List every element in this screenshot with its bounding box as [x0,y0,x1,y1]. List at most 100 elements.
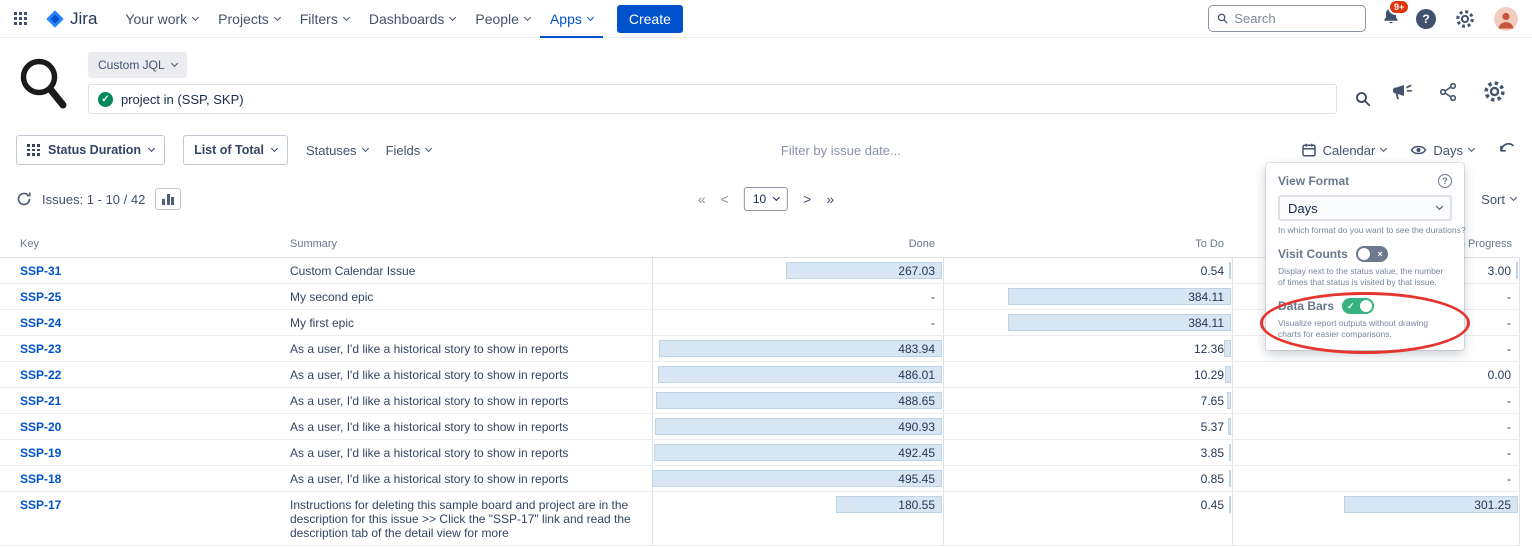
nav-item-projects[interactable]: Projects [208,0,290,38]
duration-cell-todo: 0.45 [943,492,1232,545]
announcement-icon[interactable] [1391,82,1413,102]
first-page-button[interactable]: « [698,191,706,207]
issue-key-link[interactable]: SSP-17 [0,492,290,545]
issue-key-link[interactable]: SSP-24 [0,310,290,335]
toggle-knob [1358,248,1370,260]
chevron-down-icon [171,60,178,67]
duration-value: 3.00 [1488,264,1511,278]
next-page-button[interactable]: > [803,191,811,207]
issue-summary: Instructions for deleting this sample bo… [290,492,652,545]
duration-value: 0.54 [1201,264,1224,278]
duration-value: - [1507,446,1511,460]
nav-right-cluster: 9+ [1208,5,1518,33]
list-type-label: List of Total [194,143,264,157]
nav-label: Apps [550,11,582,27]
data-bar [1516,262,1518,279]
issue-key-link[interactable]: SSP-23 [0,336,290,361]
panel-help-icon[interactable] [1438,174,1452,188]
duration-value: 301.25 [1474,498,1511,512]
duration-value: 0.45 [1201,498,1224,512]
data-bar [1229,470,1231,487]
duration-cell-inprogress: 0.00 [1232,362,1520,387]
run-search-button[interactable] [1351,87,1375,111]
nav-item-people[interactable]: People [465,0,540,38]
jira-logo[interactable]: Jira [45,9,97,29]
jira-mark-icon [45,9,65,29]
export-icon[interactable] [1498,142,1516,158]
fields-dropdown[interactable]: Fields [386,143,432,158]
avatar[interactable] [1494,7,1518,31]
page-size-select[interactable]: 10 [744,187,788,211]
duration-value: 0.00 [1488,368,1511,382]
issue-key-link[interactable]: SSP-20 [0,414,290,439]
nav-item-dashboards[interactable]: Dashboards [359,0,466,38]
panel-title: View Format [1278,174,1349,188]
refresh-icon[interactable] [16,191,32,207]
statuses-dropdown[interactable]: Statuses [306,143,368,158]
create-button[interactable]: Create [617,5,683,33]
data-bars-help: Visualize report outputs without drawing… [1278,318,1452,340]
search-input[interactable] [1234,11,1357,26]
duration-value: 384.11 [1188,316,1224,330]
toolbar-right: Calendar Days [1301,142,1516,158]
issue-date-filter-input[interactable] [781,143,951,158]
settings-button[interactable] [1451,5,1479,33]
issue-key-link[interactable]: SSP-18 [0,466,290,491]
data-bar [1229,262,1231,279]
duration-value: - [1507,342,1511,356]
data-bar [1229,444,1231,461]
help-button[interactable] [1416,9,1436,29]
chart-view-button[interactable] [155,188,181,210]
issue-summary: As a user, I'd like a historical story t… [290,414,652,439]
prev-page-button[interactable]: < [721,191,729,207]
column-header-key: Key [0,233,290,257]
duration-cell-done: 483.94 [652,336,943,361]
chevron-down-icon [425,145,432,152]
jql-input[interactable] [88,84,1337,114]
app-switcher-icon[interactable] [10,8,31,29]
nav-item-apps[interactable]: Apps [540,0,603,38]
view-format-select[interactable]: Days [1278,195,1452,221]
issue-key-link[interactable]: SSP-25 [0,284,290,309]
jql-mode-button[interactable]: Custom JQL [88,52,187,78]
report-settings-gear-icon[interactable] [1483,80,1506,103]
duration-value: - [1507,290,1511,304]
data-bar [1229,496,1231,513]
duration-value: 12.36 [1194,342,1224,356]
notifications-button[interactable]: 9+ [1381,6,1401,31]
issue-key-link[interactable]: SSP-22 [0,362,290,387]
global-search[interactable] [1208,5,1366,32]
share-icon[interactable] [1439,82,1457,102]
chevron-down-icon [524,13,531,20]
duration-value: 3.85 [1201,446,1224,460]
nav-label: People [475,11,519,27]
issue-key-link[interactable]: SSP-31 [0,258,290,283]
table-row: SSP-21As a user, I'd like a historical s… [0,388,1520,414]
chevron-down-icon [274,13,281,20]
days-format-dropdown[interactable]: Days [1410,142,1474,158]
list-type-button[interactable]: List of Total [183,135,288,165]
issue-summary: As a user, I'd like a historical story t… [290,362,652,387]
data-bars-toggle[interactable] [1342,298,1374,314]
chevron-down-icon [1510,194,1517,201]
nav-item-filters[interactable]: Filters [290,0,359,38]
duration-cell-done: 267.03 [652,258,943,283]
issue-key-link[interactable]: SSP-19 [0,440,290,465]
duration-value: 5.37 [1201,420,1224,434]
calendar-dropdown[interactable]: Calendar [1301,142,1387,158]
report-type-button[interactable]: Status Duration [16,135,165,165]
duration-cell-inprogress: - [1232,414,1520,439]
chevron-down-icon [148,145,155,152]
jql-text-input[interactable] [121,92,1327,107]
nav-item-your-work[interactable]: Your work [115,0,208,38]
last-page-button[interactable]: » [826,191,834,207]
query-header: Custom JQL [0,38,1532,135]
duration-cell-done: 492.45 [652,440,943,465]
issue-key-link[interactable]: SSP-21 [0,388,290,413]
sort-dropdown[interactable]: Sort [1481,192,1516,207]
visit-counts-toggle[interactable] [1356,246,1388,262]
visit-counts-label: Visit Counts [1278,247,1348,261]
table-row: SSP-20As a user, I'd like a historical s… [0,414,1520,440]
bar-chart-icon [162,199,165,205]
duration-cell-todo: 0.85 [943,466,1232,491]
